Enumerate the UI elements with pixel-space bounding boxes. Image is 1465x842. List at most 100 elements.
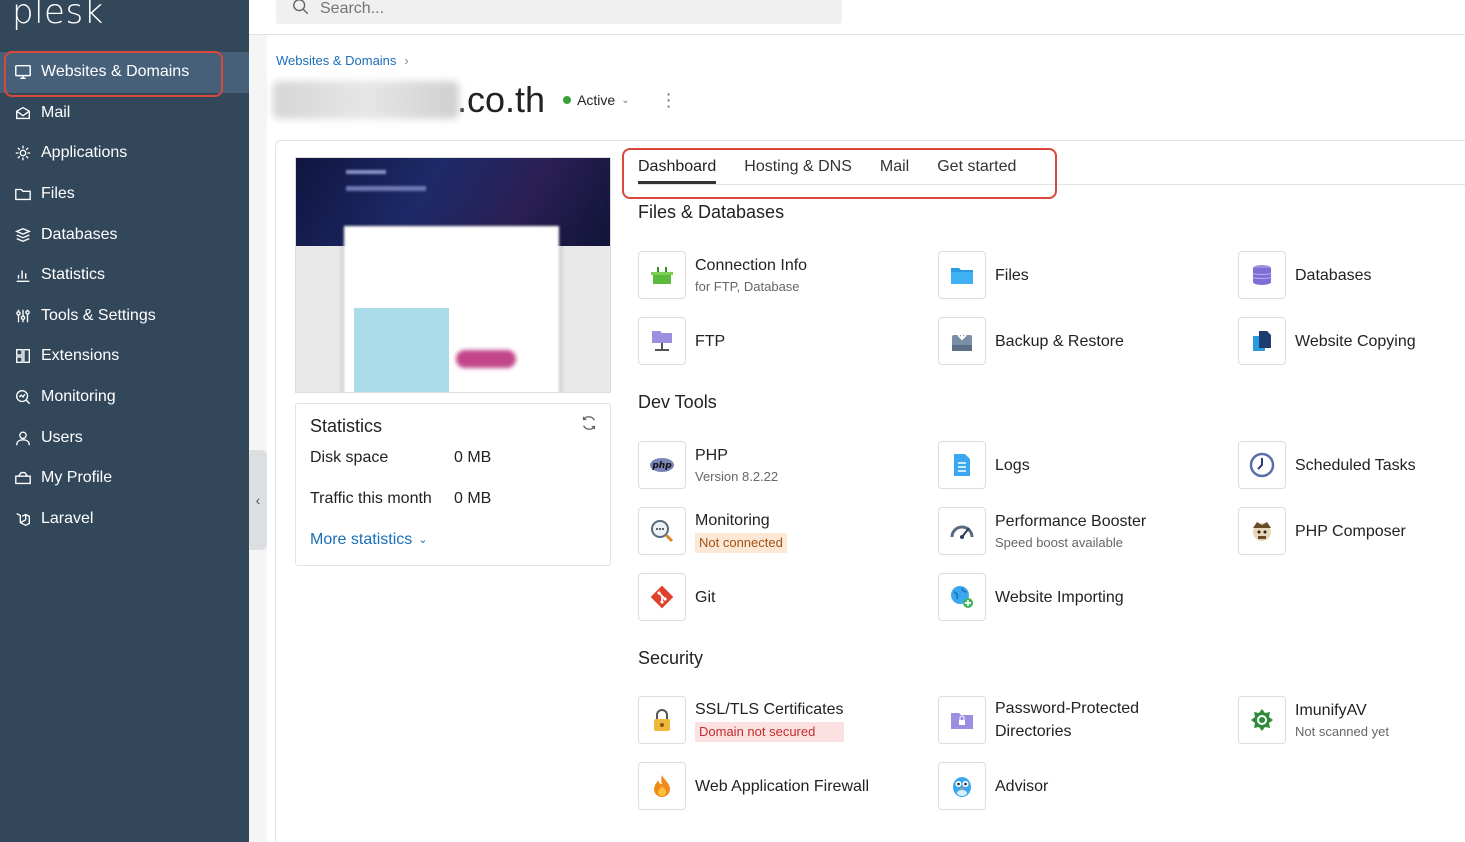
breadcrumb-link[interactable]: Websites & Domains [276, 53, 396, 68]
sidebar-item-files[interactable]: Files [0, 174, 249, 215]
status-badge: Domain not secured [695, 722, 844, 742]
tile-ssl-certificates[interactable]: SSL/TLS Certificates Domain not secured [638, 696, 928, 744]
folder-icon [938, 251, 986, 299]
search-input[interactable] [320, 0, 800, 18]
tile-title: Connection Info [695, 256, 808, 274]
lock-icon [638, 696, 686, 744]
tile-backup-restore[interactable]: Backup & Restore [938, 317, 1228, 365]
search-box[interactable] [276, 0, 842, 24]
sidebar-collapse-toggle[interactable]: ‹ [249, 450, 267, 550]
tab-dashboard[interactable]: Dashboard [638, 158, 717, 184]
tile-logs[interactable]: Logs [938, 441, 1228, 489]
tile-php[interactable]: php PHP Version 8.2.22 [638, 441, 928, 489]
domain-tabs: Dashboard Hosting & DNS Mail Get started [638, 141, 1465, 185]
status-dropdown[interactable]: Active ⌄ [563, 92, 630, 108]
tile-performance-booster[interactable]: Performance Booster Speed boost available [938, 507, 1228, 555]
traffic-label: Traffic this month [310, 489, 432, 507]
more-actions-icon[interactable]: ⋮ [660, 91, 678, 109]
breadcrumb: Websites & Domains › [276, 53, 409, 68]
composer-icon [1238, 507, 1286, 555]
speedometer-icon [938, 507, 986, 555]
sidebar-item-label: Laravel [41, 509, 94, 527]
sidebar-item-label: Tools & Settings [41, 306, 156, 324]
php-icon: php [638, 441, 686, 489]
disk-space-label: Disk space [310, 448, 389, 466]
tile-connection-info[interactable]: Connection Info for FTP, Database [638, 251, 928, 299]
tile-php-composer[interactable]: PHP Composer [1238, 507, 1465, 555]
search-icon [292, 0, 310, 21]
sidebar-item-label: Users [41, 428, 83, 446]
sidebar-item-applications[interactable]: Applications [0, 133, 249, 174]
tile-monitoring[interactable]: Monitoring Not connected [638, 507, 928, 555]
sliders-icon [13, 307, 33, 325]
sidebar-item-label: Monitoring [41, 388, 116, 406]
tile-title: Website Importing [995, 588, 1124, 606]
tile-title: SSL/TLS Certificates [695, 701, 844, 718]
sidebar-item-tools-settings[interactable]: Tools & Settings [0, 296, 249, 337]
sidebar-item-mail[interactable]: Mail [0, 93, 249, 134]
tile-title: Git [695, 588, 716, 606]
sidebar-item-users[interactable]: Users [0, 417, 249, 458]
imunify-shield-icon [1238, 696, 1286, 744]
sidebar-item-websites-domains[interactable]: Websites & Domains [0, 52, 249, 93]
tile-title: Web Application Firewall [695, 777, 870, 795]
tile-title: Scheduled Tasks [1295, 456, 1416, 474]
main-content: Websites & Domains › .co.th Active ⌄ ⋮ S… [267, 35, 1465, 842]
tab-get-started[interactable]: Get started [937, 158, 1016, 184]
sidebar-item-statistics[interactable]: Statistics [0, 255, 249, 296]
fire-icon [638, 762, 686, 810]
tile-title: ImunifyAV [1295, 701, 1367, 719]
domain-card: Statistics Disk space 0 MB Traffic this … [275, 140, 1465, 842]
tile-ftp[interactable]: FTP [638, 317, 928, 365]
sidebar-item-label: Extensions [41, 347, 120, 365]
website-preview-thumbnail[interactable] [295, 157, 611, 393]
top-bar [249, 0, 1465, 35]
tile-title: PHP [695, 446, 728, 464]
tile-imunifyav[interactable]: ImunifyAV Not scanned yet [1238, 696, 1465, 744]
protected-folder-icon [938, 696, 986, 744]
sidebar-item-monitoring[interactable]: Monitoring [0, 377, 249, 418]
sidebar-item-label: Databases [41, 225, 118, 243]
tile-title: PHP Composer [1295, 522, 1406, 540]
tile-subtitle: Speed boost available [995, 534, 1123, 550]
refresh-icon[interactable] [580, 414, 598, 432]
tile-advisor[interactable]: Advisor [938, 762, 1228, 810]
tile-subtitle: Version 8.2.22 [695, 468, 779, 484]
sidebar-item-databases[interactable]: Databases [0, 214, 249, 255]
plesk-logo[interactable]: plesk [12, 0, 104, 32]
tab-mail[interactable]: Mail [880, 158, 909, 184]
chevron-down-icon: ⌄ [621, 94, 630, 106]
tile-files[interactable]: Files [938, 251, 1228, 299]
sidebar-item-my-profile[interactable]: My Profile [0, 458, 249, 499]
profile-icon [13, 469, 33, 487]
domain-header: .co.th Active ⌄ ⋮ [273, 79, 678, 121]
more-statistics-link[interactable]: More statistics ⌄ [310, 519, 596, 560]
monitoring-icon [13, 388, 33, 406]
copy-icon [1238, 317, 1286, 365]
monitoring-icon [638, 507, 686, 555]
sidebar-item-label: Statistics [41, 266, 106, 284]
domain-name-suffix: .co.th [457, 79, 546, 120]
mail-icon [13, 104, 33, 122]
database-icon [1238, 251, 1286, 299]
statistics-panel: Statistics Disk space 0 MB Traffic this … [295, 403, 611, 566]
tab-hosting-dns[interactable]: Hosting & DNS [744, 158, 852, 184]
tile-title: Databases [1295, 266, 1372, 284]
tile-git[interactable]: Git [638, 573, 928, 621]
clock-icon [1238, 441, 1286, 489]
tile-website-importing[interactable]: Website Importing [938, 573, 1228, 621]
bar-chart-icon [13, 266, 33, 284]
tile-password-protected-directories[interactable]: Password-Protected Directories [938, 696, 1228, 744]
sidebar-item-laravel[interactable]: Laravel [0, 499, 249, 540]
tile-web-application-firewall[interactable]: Web Application Firewall [638, 762, 928, 810]
svg-text:php: php [651, 461, 672, 471]
user-icon [13, 429, 33, 447]
tile-scheduled-tasks[interactable]: Scheduled Tasks [1238, 441, 1465, 489]
sidebar-item-label: Mail [41, 103, 71, 121]
domain-name-redacted [273, 81, 459, 119]
sidebar-item-extensions[interactable]: Extensions [0, 336, 249, 377]
tile-databases[interactable]: Databases [1238, 251, 1465, 299]
sidebar-item-label: Applications [41, 144, 128, 162]
tile-title: FTP [695, 332, 726, 350]
tile-website-copying[interactable]: Website Copying [1238, 317, 1465, 365]
